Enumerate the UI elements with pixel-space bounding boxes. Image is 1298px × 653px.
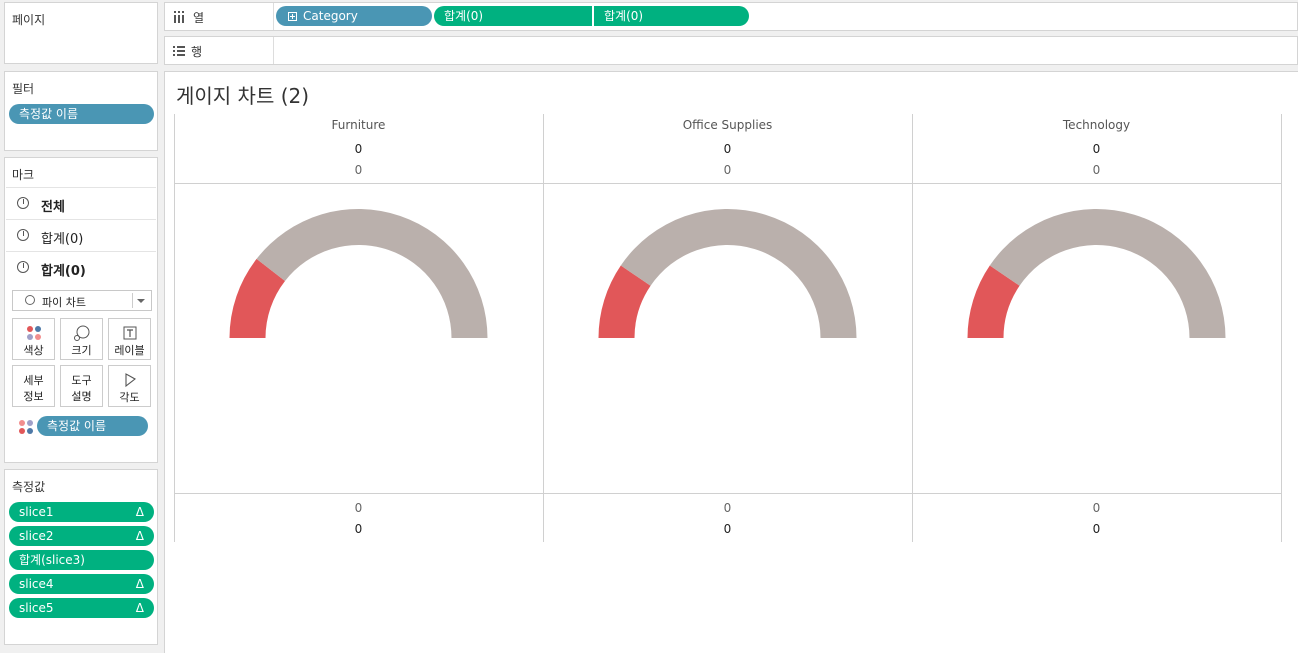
bottom-value-1: 0 — [354, 501, 363, 515]
color-pill-measure-names[interactable]: 측정값 이름 — [37, 416, 148, 436]
pages-title: 페이지 — [12, 13, 46, 27]
color-icon — [26, 326, 41, 340]
label-button[interactable]: 레이블 — [108, 318, 151, 360]
mark-type-label: 파이 차트 — [42, 296, 86, 309]
measure-pill-label: slice4 — [19, 577, 54, 591]
pie-mark-icon — [17, 197, 29, 209]
marks-title: 마크 — [12, 168, 35, 182]
measure-pill-slice4[interactable]: slice4 Δ — [9, 574, 154, 594]
bottom-value-1: 0 — [1092, 501, 1101, 515]
shelf-divider — [273, 3, 274, 30]
chevron-down-icon — [137, 299, 145, 303]
bottom-value-2: 0 — [354, 522, 363, 536]
delta-icon: Δ — [135, 529, 144, 543]
marks-row-all[interactable]: 전체 — [6, 187, 156, 219]
expand-plus-icon — [288, 12, 297, 21]
mark-type-dropdown[interactable]: 파이 차트 — [12, 290, 152, 311]
grid-line — [543, 114, 544, 542]
angle-button-label: 각도 — [119, 391, 140, 404]
column-pill-sum-2[interactable]: 합계(0) — [592, 6, 749, 26]
grid-line — [174, 183, 1282, 184]
measure-pill-slice3[interactable]: 합계(slice3) — [9, 550, 154, 570]
category-header-technology: Technology — [1062, 118, 1131, 132]
measure-pill-label: slice2 — [19, 529, 54, 543]
measure-values-card[interactable]: 측정값 slice1 Δ slice2 Δ 합계(slice3) slice4 … — [4, 469, 158, 645]
measure-values-title: 측정값 — [12, 480, 46, 494]
color-button-label: 색상 — [23, 344, 44, 357]
top-value-2: 0 — [723, 163, 732, 177]
pie-mark-icon — [17, 261, 29, 273]
category-header-office-supplies: Office Supplies — [682, 118, 773, 132]
grid-line — [174, 114, 175, 542]
marks-row-sum-1-label: 합계(0) — [41, 232, 84, 247]
size-button-label: 크기 — [71, 344, 92, 357]
angle-button[interactable]: 각도 — [108, 365, 151, 407]
top-value-1: 0 — [723, 142, 732, 156]
marks-row-sum-1[interactable]: 합계(0) — [6, 219, 156, 251]
view-area[interactable] — [164, 71, 1298, 653]
delta-icon: Δ — [135, 577, 144, 591]
bottom-value-2: 0 — [1092, 522, 1101, 536]
delta-icon: Δ — [135, 601, 144, 615]
marks-row-sum-2[interactable]: 합계(0) — [6, 251, 156, 283]
size-button[interactable]: 크기 — [60, 318, 103, 360]
rows-label: 행 — [191, 45, 203, 59]
grid-line — [912, 114, 913, 542]
detail-button-label-2: 정보 — [23, 390, 44, 403]
marks-row-all-label: 전체 — [41, 200, 65, 215]
label-button-label: 레이블 — [114, 344, 145, 357]
filters-card[interactable]: 필터 측정값 이름 — [4, 71, 158, 151]
rows-shelf[interactable]: 행 — [164, 36, 1298, 65]
pie-mark-icon — [17, 229, 29, 241]
columns-icon — [174, 11, 184, 23]
pie-mark-icon — [25, 295, 35, 305]
tooltip-button-label-1: 도구 — [71, 374, 92, 387]
grid-line — [1281, 114, 1282, 542]
tooltip-button[interactable]: 도구 설명 — [60, 365, 103, 407]
columns-label: 열 — [193, 11, 205, 25]
size-icon — [73, 325, 89, 341]
column-pill-sum-1[interactable]: 합계(0) — [434, 6, 596, 26]
marks-row-sum-2-label: 합계(0) — [41, 264, 86, 279]
delta-icon: Δ — [135, 505, 144, 519]
column-pill-category[interactable]: Category — [276, 6, 432, 26]
pages-card[interactable]: 페이지 — [4, 2, 158, 64]
measure-pill-label: slice5 — [19, 601, 54, 615]
marks-card[interactable]: 마크 전체 합계(0) 합계(0) 파이 차트 색상 크기 레이블 세부 정보 … — [4, 157, 158, 463]
shelf-divider — [273, 37, 274, 64]
measure-pill-slice5[interactable]: slice5 Δ — [9, 598, 154, 618]
grid-line — [174, 493, 1282, 494]
text-label-icon — [123, 326, 136, 340]
measure-pill-label: slice1 — [19, 505, 54, 519]
top-value-2: 0 — [1092, 163, 1101, 177]
top-value-1: 0 — [1092, 142, 1101, 156]
color-legend-icon — [19, 420, 33, 434]
rows-icon — [173, 46, 185, 56]
bottom-value-1: 0 — [723, 501, 732, 515]
column-pill-label: Category — [303, 9, 358, 23]
category-header-furniture: Furniture — [331, 118, 386, 132]
columns-shelf[interactable]: 열 Category 합계(0) 합계(0) — [164, 2, 1298, 31]
detail-button-label-1: 세부 — [23, 374, 44, 387]
angle-icon — [124, 373, 136, 388]
measure-pill-slice1[interactable]: slice1 Δ — [9, 502, 154, 522]
filters-title: 필터 — [12, 82, 35, 96]
color-button[interactable]: 색상 — [12, 318, 55, 360]
sheet-title: 게이지 차트 (2) — [176, 84, 310, 108]
detail-button[interactable]: 세부 정보 — [12, 365, 55, 407]
measure-pill-label: 합계(slice3) — [19, 553, 85, 567]
top-value-1: 0 — [354, 142, 363, 156]
filter-pill-measure-names[interactable]: 측정값 이름 — [9, 104, 154, 124]
top-value-2: 0 — [354, 163, 363, 177]
dropdown-divider — [132, 293, 133, 308]
bottom-value-2: 0 — [723, 522, 732, 536]
tooltip-button-label-2: 설명 — [71, 390, 92, 403]
measure-pill-slice2[interactable]: slice2 Δ — [9, 526, 154, 546]
